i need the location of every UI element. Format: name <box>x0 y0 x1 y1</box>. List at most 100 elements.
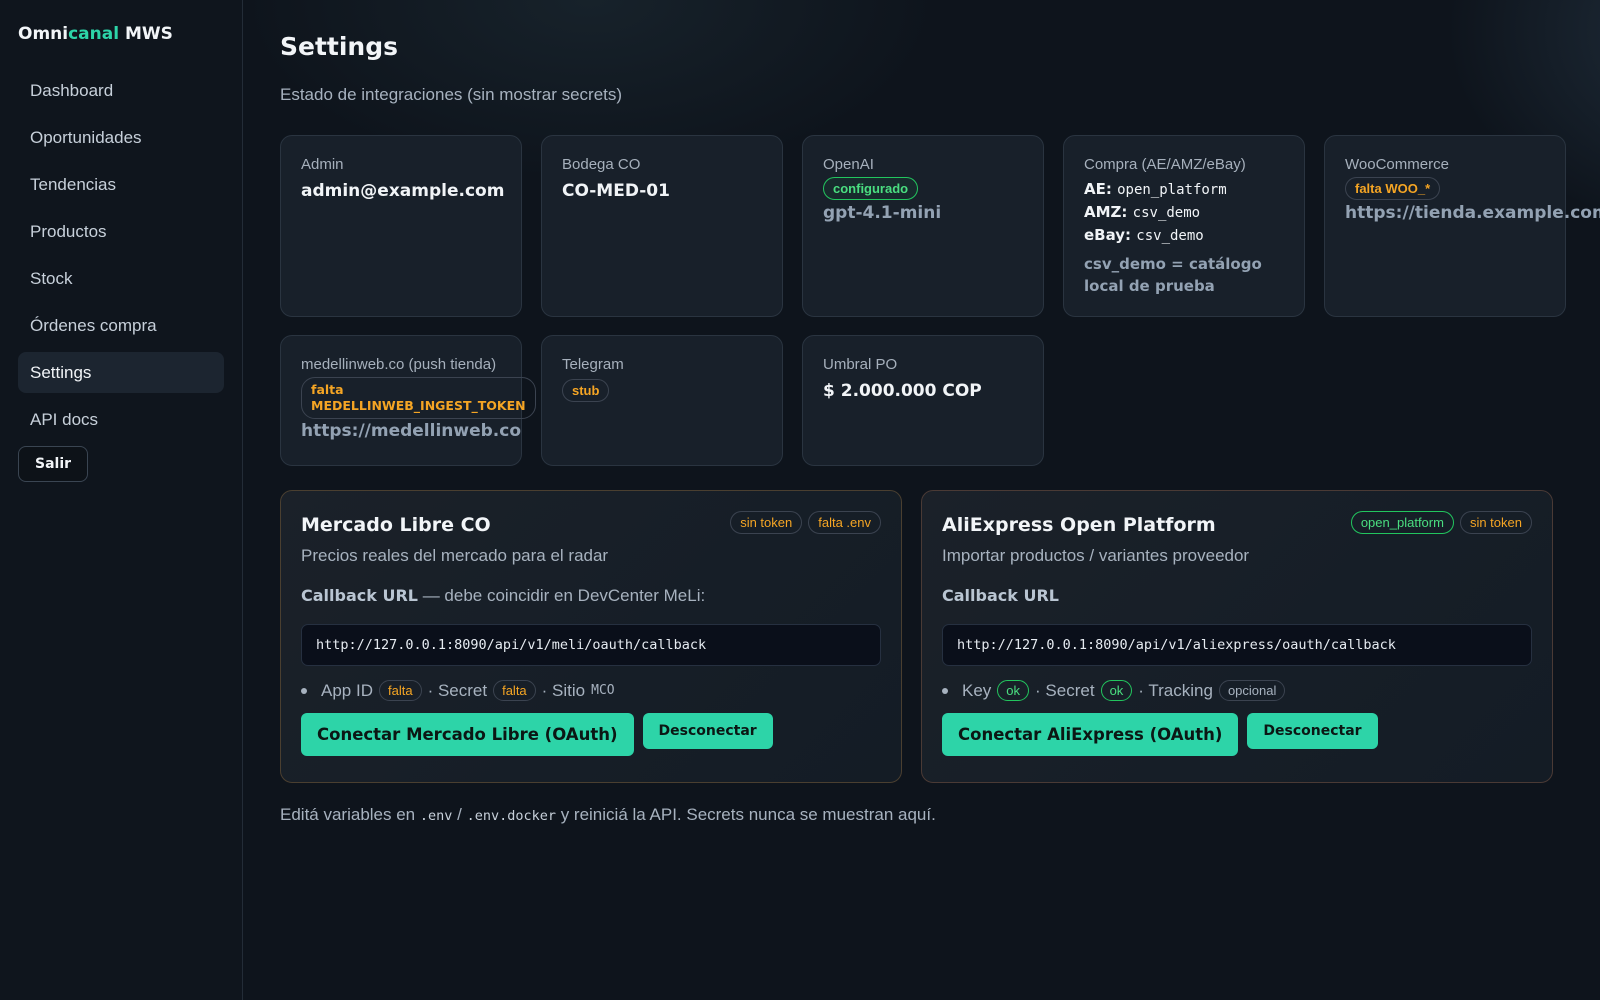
callback-label-strong: Callback URL <box>301 586 418 605</box>
sidebar-item-tendencias[interactable]: Tendencias <box>18 164 224 205</box>
status-badge: configurado <box>823 177 919 200</box>
sidebar-item-stock[interactable]: Stock <box>18 258 224 299</box>
footer-env-file: .env <box>419 808 453 824</box>
status-badge: falta MEDELLINWEB_INGEST_TOKEN <box>301 377 536 419</box>
status-badge: opcional <box>1218 680 1286 701</box>
main-content: Settings Estado de integraciones (sin mo… <box>280 0 1600 825</box>
bullet-icon <box>942 687 948 694</box>
card-woocommerce: WooCommerce falta WOO_* https://tienda.e… <box>1324 135 1600 317</box>
panel-title: AliExpress Open Platform <box>942 514 1216 536</box>
status-badge: falta <box>378 680 422 701</box>
sidebar-nav: Dashboard Oportunidades Tendencias Produ… <box>18 70 224 440</box>
status-badge: ok <box>997 680 1030 701</box>
logout-button[interactable]: Salir <box>18 446 89 482</box>
callback-label-suffix: — debe coincidir en DevCenter MeLi: <box>417 586 706 605</box>
medellin-url[interactable]: https://medellinweb.co <box>301 421 521 441</box>
status-badge: ok <box>1100 680 1133 701</box>
card-label: Bodega CO <box>562 156 641 173</box>
footer-note: Editá variables en .env / .env.docker y … <box>280 805 1600 825</box>
compra-ebay-key: eBay: <box>1084 226 1132 244</box>
compra-ae-key: AE: <box>1084 180 1112 198</box>
compra-ebay-value: csv_demo <box>1136 228 1204 244</box>
status-badge: falta WOO_* <box>1345 177 1441 200</box>
integration-panels: Mercado Libre CO sin token falta .env Pr… <box>280 490 1566 783</box>
site-label: · Sitio <box>541 680 586 700</box>
credentials-status: Key ok · Secret ok · Tracking opcional <box>942 680 1532 701</box>
sidebar-item-dashboard[interactable]: Dashboard <box>18 70 224 111</box>
key-label: Key <box>962 680 992 700</box>
secret-label: · Secret <box>427 680 488 700</box>
panel-description: Importar productos / variantes proveedor <box>942 546 1250 565</box>
woo-url[interactable]: https://tienda.example.com <box>1345 203 1600 223</box>
panel-header: AliExpress Open Platform open_platform s… <box>942 511 1532 536</box>
compra-ebay: eBay: csv_demo <box>1084 224 1284 247</box>
card-admin: Admin admin@example.com <box>280 135 522 317</box>
card-label: WooCommerce <box>1345 156 1449 173</box>
openai-model: gpt-4.1-mini <box>823 203 942 223</box>
status-badge: open_platform <box>1350 511 1454 534</box>
status-badge: sin token <box>1459 511 1532 534</box>
card-telegram: Telegram stub <box>541 335 783 466</box>
card-label: Admin <box>301 156 344 173</box>
callback-label-strong: Callback URL <box>942 586 1059 605</box>
compra-ae: AE: open_platform <box>1084 178 1284 201</box>
footer-separator: / <box>452 805 467 824</box>
panel-mercado-libre: Mercado Libre CO sin token falta .env Pr… <box>280 490 902 783</box>
card-bodega: Bodega CO CO-MED-01 <box>541 135 783 317</box>
status-cards: Admin admin@example.com Bodega CO CO-MED… <box>280 135 1600 466</box>
connect-meli-button[interactable]: Conectar Mercado Libre (OAuth) <box>301 713 634 756</box>
page-title: Settings <box>280 32 399 61</box>
disconnect-meli-button[interactable]: Desconectar <box>642 713 773 749</box>
callback-label: Callback URL — debe coincidir en DevCent… <box>301 586 881 606</box>
compra-amz-key: AMZ: <box>1084 203 1128 221</box>
compra-amz: AMZ: csv_demo <box>1084 201 1284 224</box>
card-label: medellinweb.co (push tienda) <box>301 356 497 373</box>
umbral-value: $ 2.000.000 COP <box>823 381 982 401</box>
panel-actions: Conectar Mercado Libre (OAuth) Desconect… <box>301 713 881 756</box>
brand-part-3: MWS <box>119 24 173 44</box>
compra-amz-value: csv_demo <box>1132 205 1201 221</box>
app-id-label: App ID <box>321 680 373 700</box>
status-badge: stub <box>562 379 610 402</box>
panel-description: Precios reales del mercado para el radar <box>301 546 609 565</box>
sidebar-item-ordenes-compra[interactable]: Órdenes compra <box>18 305 224 346</box>
disconnect-aliexpress-button[interactable]: Desconectar <box>1247 713 1378 749</box>
panel-actions: Conectar AliExpress (OAuth) Desconectar <box>942 713 1532 756</box>
callback-url-box[interactable]: http://127.0.0.1:8090/api/v1/meli/oauth/… <box>301 624 881 666</box>
footer-text: y reiniciá la API. Secrets nunca se mues… <box>555 805 936 824</box>
sidebar-item-productos[interactable]: Productos <box>18 211 224 252</box>
status-badge: falta .env <box>808 511 881 534</box>
page-subtitle: Estado de integraciones (sin mostrar sec… <box>280 85 623 104</box>
callback-url-box[interactable]: http://127.0.0.1:8090/api/v1/aliexpress/… <box>942 624 1532 666</box>
brand-part-2: canal <box>68 24 120 44</box>
bodega-code: CO-MED-01 <box>562 181 670 201</box>
brand-part-1: Omni <box>18 24 69 44</box>
card-label: Telegram <box>562 356 624 373</box>
brand-logo[interactable]: Omnicanal MWS <box>18 24 224 44</box>
footer-env-docker-file: .env.docker <box>466 808 556 824</box>
compra-sources: AE: open_platform AMZ: csv_demo eBay: cs… <box>1084 178 1284 247</box>
sidebar-item-oportunidades[interactable]: Oportunidades <box>18 117 224 158</box>
site-code: MCO <box>591 683 615 698</box>
badge-line: MEDELLINWEB_INGEST_TOKEN <box>311 398 526 413</box>
card-compra: Compra (AE/AMZ/eBay) AE: open_platform A… <box>1063 135 1305 317</box>
status-badge: sin token <box>730 511 803 534</box>
card-label: Umbral PO <box>823 356 898 373</box>
card-umbral: Umbral PO $ 2.000.000 COP <box>802 335 1044 466</box>
panel-header: Mercado Libre CO sin token falta .env <box>301 511 881 536</box>
card-medellinweb: medellinweb.co (push tienda) falta MEDEL… <box>280 335 536 466</box>
callback-label: Callback URL <box>942 586 1532 606</box>
sidebar-item-settings[interactable]: Settings <box>18 352 224 393</box>
panel-badges: sin token falta .env <box>730 511 881 534</box>
panel-aliexpress: AliExpress Open Platform open_platform s… <box>921 490 1553 783</box>
credentials-status: App ID falta · Secret falta · Sitio MCO <box>301 680 881 701</box>
sidebar-item-api-docs[interactable]: API docs <box>18 399 224 440</box>
compra-note: csv_demo = catálogo local de prueba <box>1084 255 1262 295</box>
tracking-label: · Tracking <box>1138 680 1213 700</box>
status-badge: falta <box>493 680 536 701</box>
connect-aliexpress-button[interactable]: Conectar AliExpress (OAuth) <box>942 713 1239 756</box>
admin-email: admin@example.com <box>301 181 505 201</box>
card-openai: OpenAI configurado gpt-4.1-mini <box>802 135 1044 317</box>
badge-line: falta <box>311 382 344 397</box>
panel-title: Mercado Libre CO <box>301 514 491 536</box>
